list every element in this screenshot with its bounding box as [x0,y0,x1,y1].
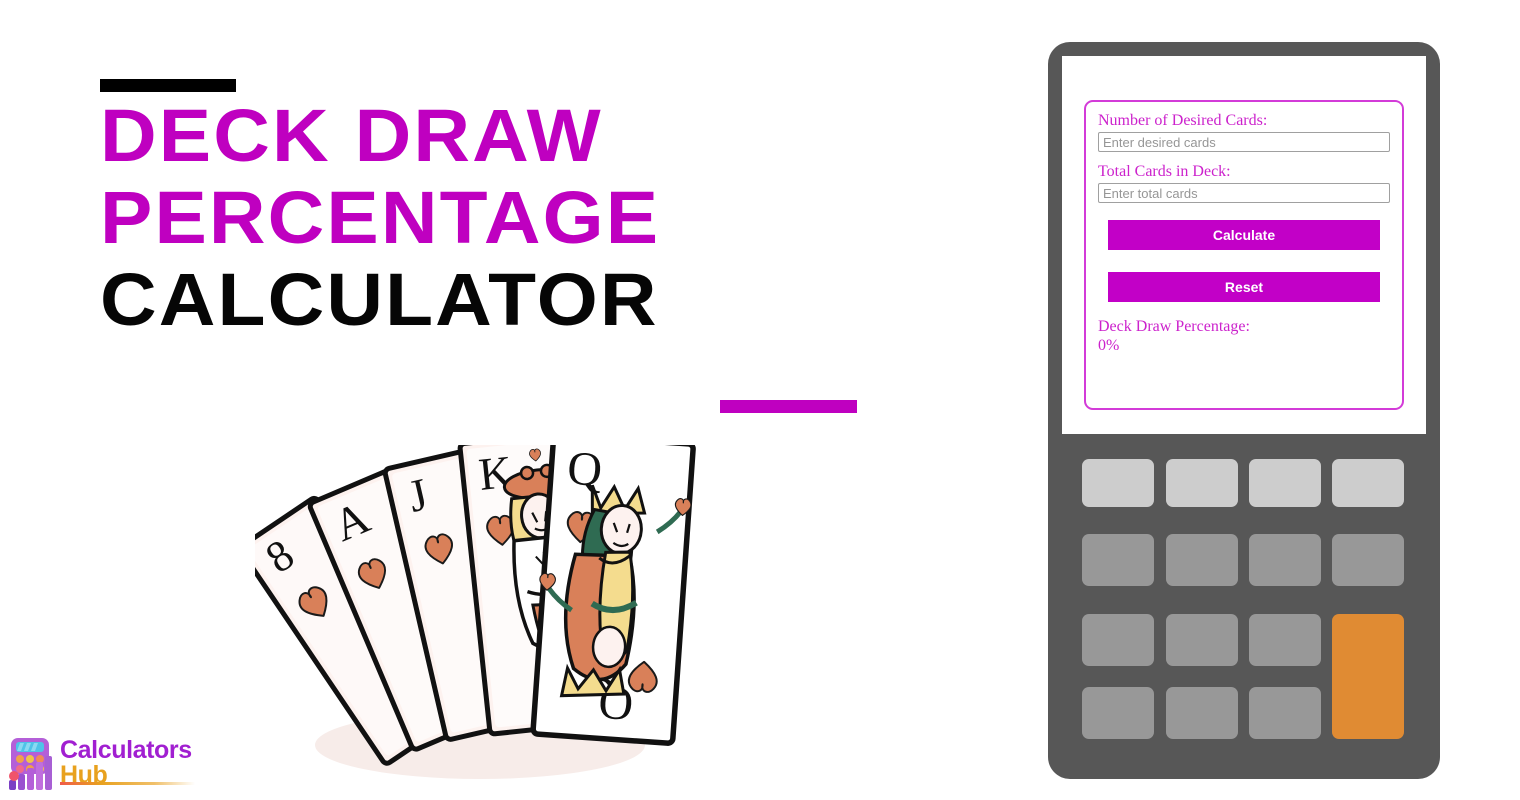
keypad-key-r2c1[interactable] [1082,534,1154,586]
total-cards-input[interactable] [1098,183,1390,203]
calculate-button[interactable]: Calculate [1108,220,1380,250]
calculators-hub-logo-icon [9,738,52,790]
page-title-line-1: Deck Draw [100,94,603,177]
reset-button[interactable]: Reset [1108,272,1380,302]
brand-logo-underline [60,782,195,785]
keypad-key-r4c3[interactable] [1249,687,1321,739]
keypad-key-r3c2[interactable] [1166,614,1238,666]
deck-draw-form: Number of Desired Cards: Total Cards in … [1084,100,1404,410]
keypad-key-r1c3[interactable] [1249,459,1321,507]
calculator-keypad [1082,459,1404,747]
keypad-key-equals-accent[interactable] [1332,614,1404,739]
title-bottom-rule [720,400,857,413]
brand-logo-text: Calculators Hub [60,738,192,788]
title-top-rule [100,79,236,92]
result-label: Deck Draw Percentage: [1098,318,1250,335]
result-value: 0% [1098,337,1120,354]
calculator-device: Number of Desired Cards: Total Cards in … [1048,42,1440,779]
keypad-key-r1c2[interactable] [1166,459,1238,507]
brand-logo[interactable]: Calculators Hub [6,736,236,794]
keypad-key-r2c3[interactable] [1249,534,1321,586]
keypad-key-r4c2[interactable] [1166,687,1238,739]
keypad-key-r1c4[interactable] [1332,459,1404,507]
playing-cards-illustration: 8 A J K Q Q [255,445,696,779]
hero-section: Deck Draw Percentage Calculator 8 A [0,0,1000,800]
brand-logo-word-calculators: Calculators [60,736,192,764]
keypad-key-r1c1[interactable] [1082,459,1154,507]
keypad-key-r3c1[interactable] [1082,614,1154,666]
keypad-key-r3c3[interactable] [1249,614,1321,666]
desired-cards-input[interactable] [1098,132,1390,152]
page-title-line-3: Calculator [100,258,659,341]
result-area: Deck Draw Percentage: 0% [1098,317,1390,355]
keypad-key-r2c2[interactable] [1166,534,1238,586]
svg-text:Q: Q [566,445,604,497]
page-title: Deck Draw Percentage Calculator [100,95,900,341]
keypad-key-r4c1[interactable] [1082,687,1154,739]
page-title-line-2: Percentage [100,176,661,259]
calculator-screen: Number of Desired Cards: Total Cards in … [1062,56,1426,434]
desired-cards-label: Number of Desired Cards: [1098,112,1268,129]
keypad-key-r2c4[interactable] [1332,534,1404,586]
total-cards-label: Total Cards in Deck: [1098,163,1231,180]
